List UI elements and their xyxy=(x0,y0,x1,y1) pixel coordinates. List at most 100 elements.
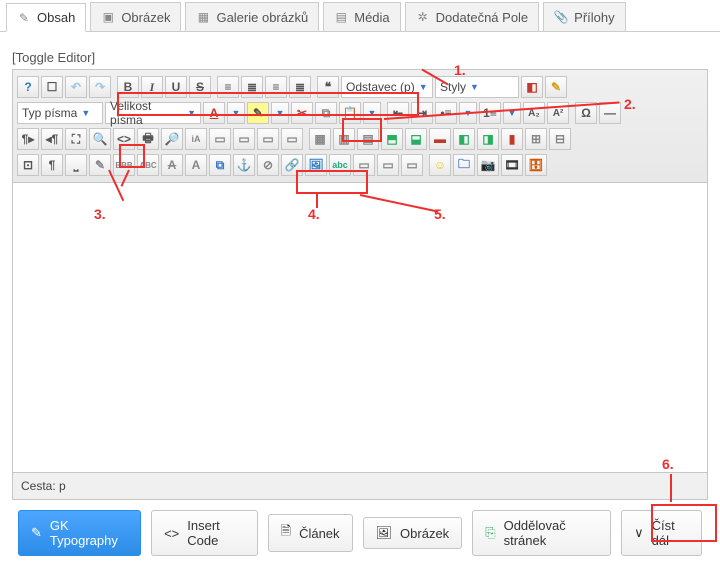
layer-back-icon[interactable]: ▭ xyxy=(257,128,279,150)
styleprops-icon[interactable]: ✎ xyxy=(89,154,111,176)
format-select[interactable]: Odstavec (p) ▼ xyxy=(341,76,433,98)
image-button[interactable]: 🖼 Obrázek xyxy=(363,517,463,549)
tab-content[interactable]: ✎ Obsah xyxy=(6,3,86,32)
layer-icon[interactable]: ▭ xyxy=(209,128,231,150)
article-button[interactable]: 🗎 Článek xyxy=(268,514,353,552)
underline-button[interactable]: U xyxy=(165,76,187,98)
fontfamily-select[interactable]: Typ písma ▼ xyxy=(17,102,103,124)
path-label: Cesta: xyxy=(21,479,56,493)
blockquote-icon[interactable]: ❝ xyxy=(317,76,339,98)
bgcolor-more-icon[interactable]: ▼ xyxy=(271,102,289,124)
abbr-icon[interactable]: ABC xyxy=(137,154,159,176)
layer-forward-icon[interactable]: ▭ xyxy=(233,128,255,150)
italic-button[interactable]: I xyxy=(141,76,163,98)
findreplace-icon[interactable]: iA xyxy=(185,128,207,150)
mediamanager-icon[interactable]: 🎞 xyxy=(501,154,523,176)
copy-icon[interactable]: ⧉ xyxy=(315,102,337,124)
row-delete-icon[interactable]: ▬ xyxy=(429,128,451,150)
tab-attachments[interactable]: 📎 Přílohy xyxy=(543,2,625,31)
spellcheck-icon[interactable]: abc xyxy=(329,154,351,176)
paste-icon[interactable]: 📋 xyxy=(339,102,361,124)
showblocks-icon[interactable]: ¶ xyxy=(41,154,63,176)
redo-icon[interactable]: ↷ xyxy=(89,76,111,98)
readmore-button[interactable]: ∨ Číst dál xyxy=(621,510,702,556)
cite-icon[interactable]: BBB xyxy=(113,154,135,176)
fontcolor-icon[interactable]: A xyxy=(203,102,225,124)
align-center-icon[interactable]: ≣ xyxy=(241,76,263,98)
paste-more-icon[interactable]: ▼ xyxy=(363,102,381,124)
styles-select[interactable]: Styly ▼ xyxy=(435,76,519,98)
tab-extrafields[interactable]: ✲ Dodatečná Pole xyxy=(405,2,540,31)
charmap-icon[interactable]: Ω xyxy=(575,102,597,124)
ol-icon[interactable]: 1≡ xyxy=(479,102,501,124)
superscript-icon[interactable]: A² xyxy=(547,102,569,124)
preview-icon[interactable]: 🔍 xyxy=(89,128,111,150)
outdent-icon[interactable]: ⇤ xyxy=(387,102,409,124)
ul-more-icon[interactable]: ▼ xyxy=(459,102,477,124)
newdoc-icon[interactable]: ☐ xyxy=(41,76,63,98)
subscript-icon[interactable]: A₂ xyxy=(523,102,545,124)
col-after-icon[interactable]: ◨ xyxy=(477,128,499,150)
undo-icon[interactable]: ↶ xyxy=(65,76,87,98)
unlink-icon[interactable]: ⊘ xyxy=(257,154,279,176)
attributes-icon[interactable]: ⧉ xyxy=(209,154,231,176)
row-after-icon[interactable]: ⬓ xyxy=(405,128,427,150)
ins-icon[interactable]: A xyxy=(185,154,207,176)
pencil-icon: ✎ xyxy=(31,525,42,541)
align-left-icon[interactable]: ≡ xyxy=(217,76,239,98)
print-icon[interactable]: 🖶 xyxy=(137,128,159,150)
editor-canvas[interactable] xyxy=(12,183,708,473)
clear-format-icon[interactable]: ◧ xyxy=(521,76,543,98)
filemanager-icon[interactable]: 🗀 xyxy=(453,154,475,176)
cut-icon[interactable]: ✂ xyxy=(291,102,313,124)
rtl-icon[interactable]: ◂¶ xyxy=(41,128,63,150)
split-cells-icon[interactable]: ⊟ xyxy=(549,128,571,150)
align-right-icon[interactable]: ≡ xyxy=(265,76,287,98)
nbsp-icon[interactable]: ⎵ xyxy=(65,154,87,176)
layer-abs-icon[interactable]: ▭ xyxy=(281,128,303,150)
pagebreak-button[interactable]: ⎘ Oddělovač stránek xyxy=(472,510,611,556)
cleanup-icon[interactable]: ✎ xyxy=(545,76,567,98)
path-value[interactable]: p xyxy=(59,479,66,493)
fullscreen-icon[interactable]: ⛶ xyxy=(65,128,87,150)
fontsize-select[interactable]: Velikost písma ▼ xyxy=(105,102,201,124)
link-icon[interactable]: 🔗 xyxy=(281,154,303,176)
indent-icon[interactable]: ⇥ xyxy=(411,102,433,124)
ol-more-icon[interactable]: ▼ xyxy=(503,102,521,124)
tab-gallery[interactable]: ▦ Galerie obrázků xyxy=(185,2,319,31)
row-before-icon[interactable]: ⬒ xyxy=(381,128,403,150)
toggle-editor[interactable]: [Toggle Editor] xyxy=(12,50,708,65)
insert-code-button[interactable]: <> Insert Code xyxy=(151,510,258,556)
table-col-icon[interactable]: ▤ xyxy=(357,128,379,150)
help-icon[interactable]: ? xyxy=(17,76,39,98)
db-icon[interactable]: 🗄 xyxy=(525,154,547,176)
smiley-icon[interactable]: ☺ xyxy=(429,154,451,176)
fontcolor-more-icon[interactable]: ▼ xyxy=(227,102,245,124)
table-icon[interactable]: ▦ xyxy=(309,128,331,150)
ul-icon[interactable]: •≡ xyxy=(435,102,457,124)
widget-icon[interactable]: ▭ xyxy=(401,154,423,176)
hr-icon[interactable]: — xyxy=(599,102,621,124)
tab-image[interactable]: ▣ Obrázek xyxy=(90,2,181,31)
align-justify-icon[interactable]: ≣ xyxy=(289,76,311,98)
anchor-icon[interactable]: ⚓ xyxy=(233,154,255,176)
image-insert-icon[interactable]: 🖼 xyxy=(305,154,327,176)
tab-media[interactable]: ▤ Média xyxy=(323,2,400,31)
find-icon[interactable]: 🔎 xyxy=(161,128,183,150)
bgcolor-icon[interactable]: ✎ xyxy=(247,102,269,124)
col-before-icon[interactable]: ◧ xyxy=(453,128,475,150)
ltr-icon[interactable]: ¶▸ xyxy=(17,128,39,150)
bold-button[interactable]: B xyxy=(117,76,139,98)
template-icon[interactable]: ▭ xyxy=(353,154,375,176)
chevron-down-icon: ▼ xyxy=(81,108,90,118)
gk-typography-button[interactable]: ✎ GK Typography xyxy=(18,510,141,556)
merge-cells-icon[interactable]: ⊞ xyxy=(525,128,547,150)
imagemanager-icon[interactable]: 📷 xyxy=(477,154,499,176)
del-icon[interactable]: A xyxy=(161,154,183,176)
strike-button[interactable]: S xyxy=(189,76,211,98)
table-row-icon[interactable]: ▥ xyxy=(333,128,355,150)
iframe-icon[interactable]: ▭ xyxy=(377,154,399,176)
source-icon[interactable]: <> xyxy=(113,128,135,150)
visualchars-icon[interactable]: ⊡ xyxy=(17,154,39,176)
col-delete-icon[interactable]: ▮ xyxy=(501,128,523,150)
